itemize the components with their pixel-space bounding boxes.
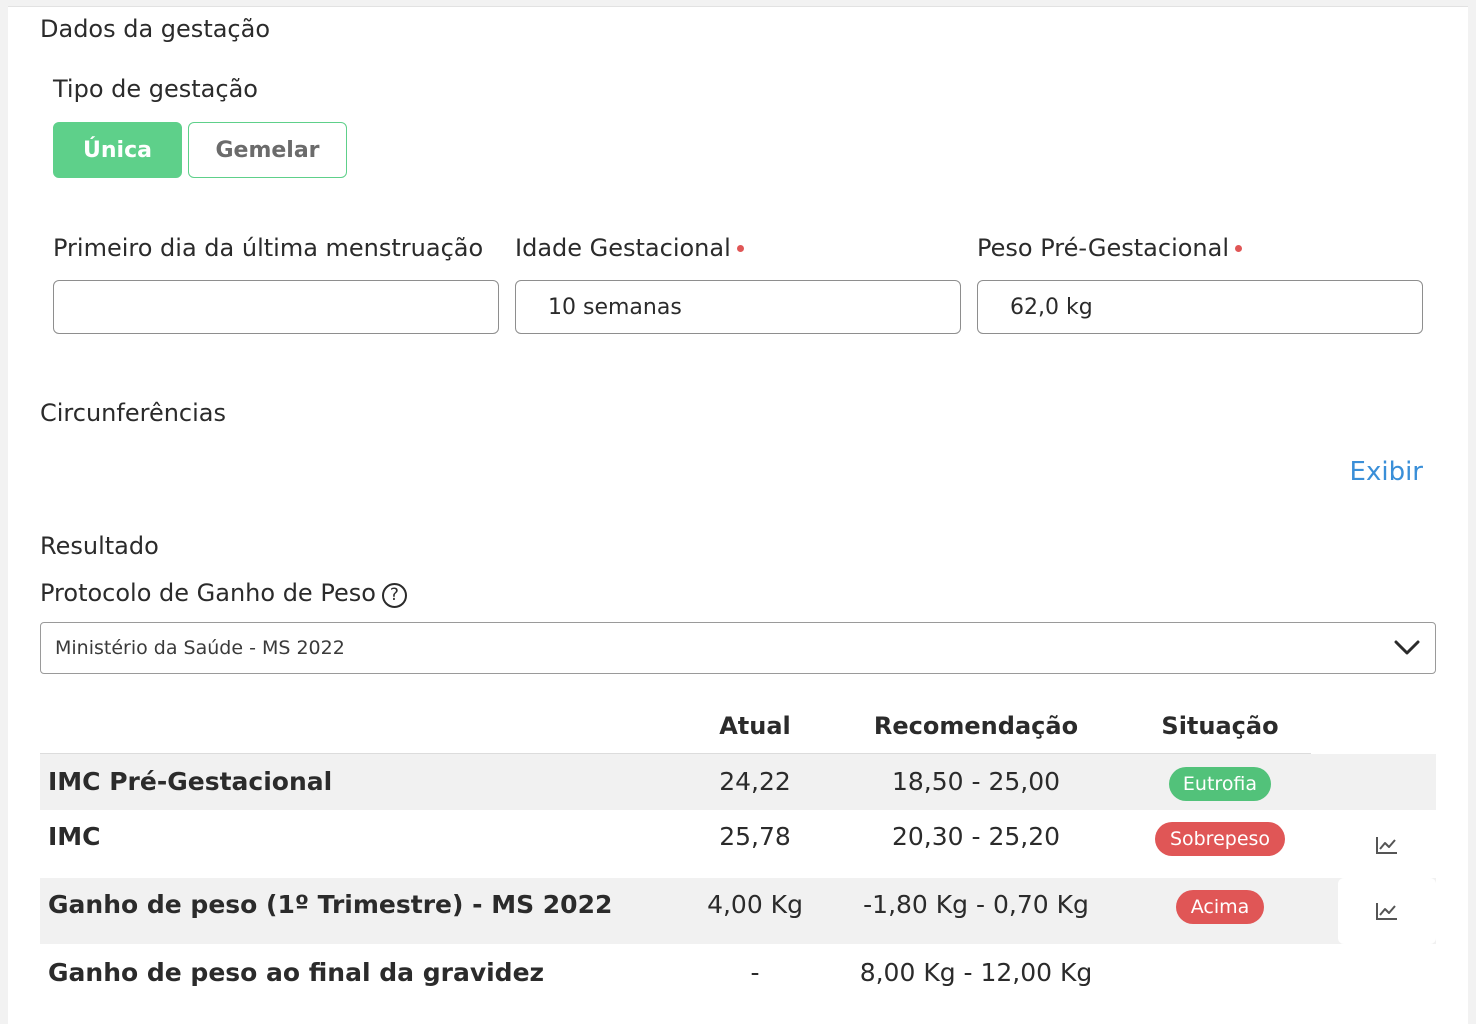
table-row: Ganho de peso ao final da gravidez - 8,0… [40, 944, 1436, 1010]
patient-form-card: Dados da gestação Tipo de gestação Única… [8, 6, 1468, 1024]
chart-trend-icon [1376, 837, 1397, 854]
show-circumferences-link[interactable]: Exibir [1350, 457, 1423, 487]
row-name: Ganho de peso ao final da gravidez [48, 958, 545, 987]
row-current: 24,22 [719, 767, 791, 796]
row-current: - [750, 958, 760, 987]
column-header-current: Atual [719, 712, 791, 740]
gestational-age-label: Idade Gestacional [515, 234, 744, 262]
row-name: IMC Pré-Gestacional [48, 767, 333, 796]
pre-gestational-weight-input[interactable]: 62,0 kg [977, 280, 1423, 334]
row-recommendation: 18,50 - 25,00 [891, 767, 1061, 796]
row-current: 4,00 Kg [707, 890, 803, 919]
column-header-recommendation: Recomendação [873, 712, 1079, 740]
chevron-down-icon [1394, 640, 1420, 655]
chart-button[interactable] [1338, 812, 1436, 878]
row-recommendation: 20,30 - 25,20 [891, 822, 1061, 851]
status-badge: Acima [1176, 890, 1264, 924]
table-row: IMC 25,78 20,30 - 25,20 Sobrepeso [40, 810, 1436, 878]
row-recommendation: 8,00 Kg - 12,00 Kg [859, 958, 1093, 987]
help-circle-icon[interactable]: ? [381, 583, 407, 608]
section-title-result: Resultado [40, 532, 159, 560]
protocol-select-value: Ministério da Saúde - MS 2022 [55, 637, 345, 659]
status-badge: Sobrepeso [1155, 822, 1285, 856]
required-indicator [736, 245, 744, 252]
lmp-label: Primeiro dia da última menstruação [53, 234, 484, 262]
chart-button[interactable] [1338, 878, 1436, 944]
row-recommendation: -1,80 Kg - 0,70 Kg [863, 890, 1089, 919]
chart-trend-icon [1376, 903, 1397, 920]
table-row: IMC Pré-Gestacional 24,22 18,50 - 25,00 … [40, 754, 1436, 810]
column-header-status: Situação [1161, 712, 1279, 740]
table-row: Ganho de peso (1º Trimestre) - MS 2022 4… [40, 878, 1436, 944]
row-name: Ganho de peso (1º Trimestre) - MS 2022 [48, 890, 613, 919]
gestation-type-single-button[interactable]: Única [53, 122, 182, 178]
protocol-label: Protocolo de Ganho de Peso? [40, 579, 407, 608]
section-title-gestation: Dados da gestação [40, 15, 271, 43]
gestational-age-input[interactable]: 10 semanas [515, 280, 961, 334]
row-name: IMC [48, 822, 101, 851]
gestation-type-twin-button[interactable]: Gemelar [188, 122, 347, 178]
status-badge: Eutrofia [1169, 767, 1271, 801]
gestation-type-label: Tipo de gestação [53, 75, 258, 103]
row-current: 25,78 [719, 822, 791, 851]
protocol-select[interactable]: Ministério da Saúde - MS 2022 [40, 622, 1436, 674]
lmp-date-input[interactable] [53, 280, 499, 334]
section-title-circumferences: Circunferências [40, 399, 226, 427]
required-indicator [1235, 245, 1243, 252]
pre-gestational-weight-label: Peso Pré-Gestacional [977, 234, 1243, 262]
